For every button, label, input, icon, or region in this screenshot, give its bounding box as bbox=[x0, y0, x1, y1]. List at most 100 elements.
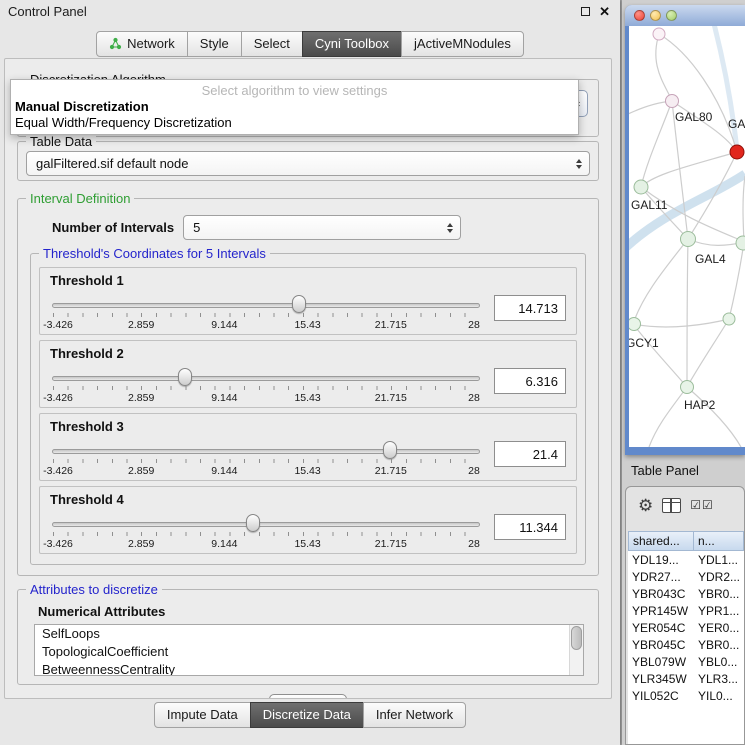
mac-minimize-button[interactable] bbox=[650, 10, 661, 21]
table-row[interactable]: YBL079WYBL0... bbox=[628, 653, 744, 670]
dropdown-item-manual-discretization[interactable]: Manual Discretization bbox=[11, 98, 578, 114]
tick-label: 2.859 bbox=[128, 319, 154, 331]
node-attribute-table[interactable]: shared... n... YDL19...YDL1...YDR27...YD… bbox=[628, 531, 744, 744]
threshold-value-field[interactable]: 6.316 bbox=[494, 368, 566, 394]
tab-label: Network bbox=[127, 36, 175, 51]
slider-ticks bbox=[53, 313, 479, 317]
tick-label: 28 bbox=[468, 392, 480, 404]
table-cell[interactable]: YER054C bbox=[628, 621, 694, 635]
threshold-value-field[interactable]: 14.713 bbox=[494, 295, 566, 321]
scrollbar[interactable] bbox=[569, 625, 583, 675]
float-window-icon[interactable] bbox=[581, 7, 590, 16]
threshold-value-field[interactable]: 21.4 bbox=[494, 441, 566, 467]
numerical-attributes-list[interactable]: SelfLoopsTopologicalCoefficientBetweenne… bbox=[34, 624, 584, 676]
tab-discretize-data[interactable]: Discretize Data bbox=[250, 702, 364, 728]
network-node[interactable] bbox=[665, 94, 679, 108]
table-cell[interactable]: YPR145W bbox=[628, 604, 694, 618]
table-row[interactable]: YPR145WYPR1... bbox=[628, 602, 744, 619]
table-cell[interactable]: YDL1... bbox=[694, 553, 744, 567]
table-cell[interactable]: YBR045C bbox=[628, 638, 694, 652]
table-row[interactable]: YER054CYER0... bbox=[628, 619, 744, 636]
checkbox-icons[interactable]: ☑☑ bbox=[690, 498, 714, 512]
column-header[interactable]: shared... bbox=[628, 531, 694, 551]
column-header[interactable]: n... bbox=[694, 531, 744, 551]
tick-label: 2.859 bbox=[128, 392, 154, 404]
table-row[interactable]: YBR045CYBR0... bbox=[628, 636, 744, 653]
threshold-slider[interactable]: -3.4262.8599.14415.4321.71528 bbox=[52, 288, 480, 334]
threshold-value-field[interactable]: 11.344 bbox=[494, 514, 566, 540]
table-header-row: shared... n... bbox=[628, 531, 744, 551]
tab-infer-network[interactable]: Infer Network bbox=[363, 702, 466, 728]
tab-select[interactable]: Select bbox=[241, 31, 303, 57]
table-cell[interactable]: YDR27... bbox=[628, 570, 694, 584]
gear-icon[interactable]: ⚙ bbox=[638, 497, 653, 514]
column-selector-icon[interactable] bbox=[662, 498, 681, 513]
threshold-slider[interactable]: -3.4262.8599.14415.4321.71528 bbox=[52, 361, 480, 407]
control-panel-titlebar[interactable]: Control Panel ✕ bbox=[0, 0, 620, 22]
network-node[interactable] bbox=[723, 313, 736, 326]
number-of-intervals-combobox[interactable]: 5 bbox=[183, 215, 461, 240]
number-of-intervals-label: Number of Intervals bbox=[52, 220, 174, 235]
threshold-panel: Threshold 3 -3.4262.8599.14415.4321.7152… bbox=[39, 413, 577, 481]
list-item[interactable]: BetweennessCentrality bbox=[35, 661, 583, 676]
table-data-combobox[interactable]: galFiltered.sif default node bbox=[26, 151, 590, 176]
threshold-slider[interactable]: -3.4262.8599.14415.4321.71528 bbox=[52, 434, 480, 480]
tab-jactivemnodules[interactable]: jActiveMNodules bbox=[401, 31, 524, 57]
table-row[interactable]: YIL052CYIL0... bbox=[628, 687, 744, 704]
slider-track[interactable] bbox=[52, 376, 480, 381]
mac-close-button[interactable] bbox=[634, 10, 645, 21]
network-window-titlebar[interactable] bbox=[625, 5, 745, 26]
table-cell[interactable]: YBL079W bbox=[628, 655, 694, 669]
tab-style[interactable]: Style bbox=[187, 31, 242, 57]
table-cell[interactable]: YDR2... bbox=[694, 570, 744, 584]
list-item[interactable]: TopologicalCoefficient bbox=[35, 643, 583, 661]
table-row[interactable]: YLR345WYLR3... bbox=[628, 670, 744, 687]
scrollbar-thumb[interactable] bbox=[571, 626, 582, 650]
slider-track[interactable] bbox=[52, 303, 480, 308]
table-cell[interactable]: YBR0... bbox=[694, 638, 744, 652]
tab-cyni-toolbox[interactable]: Cyni Toolbox bbox=[302, 31, 402, 57]
network-node[interactable] bbox=[730, 145, 745, 160]
table-body: YDL19...YDL1...YDR27...YDR2...YBR043CYBR… bbox=[628, 551, 744, 704]
tick-label: 28 bbox=[468, 465, 480, 477]
tab-network[interactable]: Network bbox=[96, 31, 188, 57]
tick-label: 15.43 bbox=[294, 465, 320, 477]
table-row[interactable]: YBR043CYBR0... bbox=[628, 585, 744, 602]
close-icon[interactable]: ✕ bbox=[599, 5, 610, 18]
table-cell[interactable]: YBR0... bbox=[694, 587, 744, 601]
network-node[interactable] bbox=[736, 236, 745, 251]
group-title: Attributes to discretize bbox=[26, 582, 162, 597]
network-node[interactable] bbox=[680, 231, 696, 247]
slider-thumb[interactable] bbox=[178, 368, 192, 386]
table-cell[interactable]: YIL0... bbox=[694, 689, 744, 703]
table-row[interactable]: YDL19...YDL1... bbox=[628, 551, 744, 568]
table-cell[interactable]: YIL052C bbox=[628, 689, 694, 703]
dropdown-item-equal-width[interactable]: Equal Width/Frequency Discretization bbox=[11, 114, 578, 130]
numerical-attributes-label: Numerical Attributes bbox=[38, 604, 586, 619]
table-cell[interactable]: YPR1... bbox=[694, 604, 744, 618]
table-row[interactable]: YDR27...YDR2... bbox=[628, 568, 744, 585]
combobox-arrows-icon bbox=[576, 159, 582, 169]
slider-thumb[interactable] bbox=[246, 514, 260, 532]
node-label: HAP2 bbox=[684, 398, 715, 412]
table-cell[interactable]: YDL19... bbox=[628, 553, 694, 567]
table-cell[interactable]: YER0... bbox=[694, 621, 744, 635]
table-cell[interactable]: YBL0... bbox=[694, 655, 744, 669]
combobox-arrows-icon bbox=[447, 223, 453, 233]
network-node[interactable] bbox=[680, 380, 694, 394]
table-cell[interactable]: YBR043C bbox=[628, 587, 694, 601]
tab-impute-data[interactable]: Impute Data bbox=[154, 702, 251, 728]
slider-thumb[interactable] bbox=[292, 295, 306, 313]
table-cell[interactable]: YLR345W bbox=[628, 672, 694, 686]
threshold-slider[interactable]: -3.4262.8599.14415.4321.71528 bbox=[52, 507, 480, 553]
list-item[interactable]: SelfLoops bbox=[35, 625, 583, 643]
slider-thumb[interactable] bbox=[383, 441, 397, 459]
table-cell[interactable]: YLR3... bbox=[694, 672, 744, 686]
slider-track[interactable] bbox=[52, 522, 480, 527]
slider-track[interactable] bbox=[52, 449, 480, 454]
mac-zoom-button[interactable] bbox=[666, 10, 677, 21]
network-canvas[interactable]: GAL80GAGAL11GAL4GCY1HAP2 bbox=[629, 26, 745, 447]
apply-button[interactable]: Apply bbox=[269, 694, 348, 699]
network-node[interactable] bbox=[653, 28, 666, 41]
network-node[interactable] bbox=[634, 180, 649, 195]
